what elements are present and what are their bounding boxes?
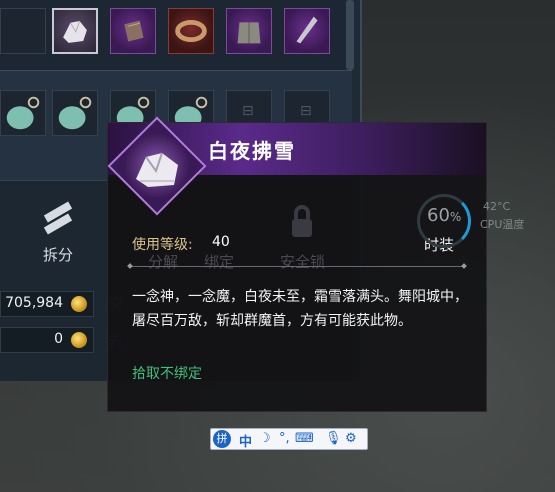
inventory-slot[interactable]: [110, 8, 156, 54]
inventory-scrollbar[interactable]: [346, 0, 354, 70]
keyboard-icon[interactable]: ⌨: [295, 431, 314, 446]
bracer-icon: [124, 20, 144, 42]
tooltip-divider: [132, 266, 462, 267]
inventory-slot[interactable]: [284, 8, 330, 54]
cpu-temp-value: 42°C: [483, 200, 511, 213]
currency-bound-gold: 0: [0, 327, 94, 353]
inventory-slot[interactable]: [52, 90, 98, 136]
mic-icon[interactable]: 🎙: [325, 431, 342, 446]
gold-coin-icon: [71, 332, 87, 348]
item-tooltip: 白夜拂雪 分解 绑定 安全锁 使用等级: 40 时装 一念神，一念魔，白夜未至，…: [107, 116, 487, 412]
level-value: 40: [212, 234, 230, 250]
armor-icon: [237, 22, 261, 44]
ime-logo-icon[interactable]: 拼: [213, 430, 231, 448]
gear-icon[interactable]: ⚙: [345, 431, 357, 446]
dismantle-icon: [43, 201, 73, 235]
locked-slot-icon: ⊟: [300, 103, 312, 119]
currency-gold: 705,984: [0, 291, 94, 317]
item-title: 白夜拂雪: [208, 139, 296, 163]
bind-status: 拾取不绑定: [132, 366, 202, 382]
ghost-label: 安全锁: [280, 253, 326, 271]
ime-width-icon[interactable]: ☽: [259, 431, 271, 446]
bound-gold-amount: 0: [54, 331, 63, 347]
dismantle-button[interactable]: 拆分: [36, 200, 80, 265]
ime-punct-icon[interactable]: °,: [279, 431, 290, 446]
cpu-usage-value: 60%: [427, 205, 462, 226]
dagger-icon: [296, 16, 318, 44]
ime-toolbar[interactable]: 拼 中 ☽ °, ⌨ 🎙 ⚙: [210, 428, 368, 450]
item-description: 一念神，一念魔，白夜未至，霜雪落满头。舞阳城中，屠尽百万敌，斩却群魔首，方有可能…: [132, 289, 468, 329]
inventory-slot[interactable]: [0, 90, 46, 136]
gold-amount: 705,984: [5, 295, 63, 311]
inventory-slot[interactable]: [226, 8, 272, 54]
robe-icon: [63, 20, 87, 43]
inventory-slot[interactable]: [0, 8, 46, 54]
locked-slot-icon: ⊟: [242, 103, 254, 119]
lock-icon: [292, 205, 312, 237]
ime-mode-toggle[interactable]: 中: [239, 431, 252, 450]
pouch-icon: [6, 96, 40, 130]
inventory-slot[interactable]: [168, 8, 214, 54]
dismantle-label: 拆分: [42, 246, 73, 264]
bracelet-icon: [175, 20, 207, 42]
robe-icon: [136, 152, 178, 187]
cpu-temp-label: CPU温度: [480, 218, 525, 231]
ghost-label: 分解: [148, 253, 179, 271]
inventory-slot-selected[interactable]: [52, 8, 98, 54]
gold-coin-icon: [71, 296, 87, 312]
ghost-label: 绑定: [204, 253, 235, 271]
pouch-icon: [58, 96, 92, 130]
level-label: 使用等级:: [132, 237, 193, 253]
